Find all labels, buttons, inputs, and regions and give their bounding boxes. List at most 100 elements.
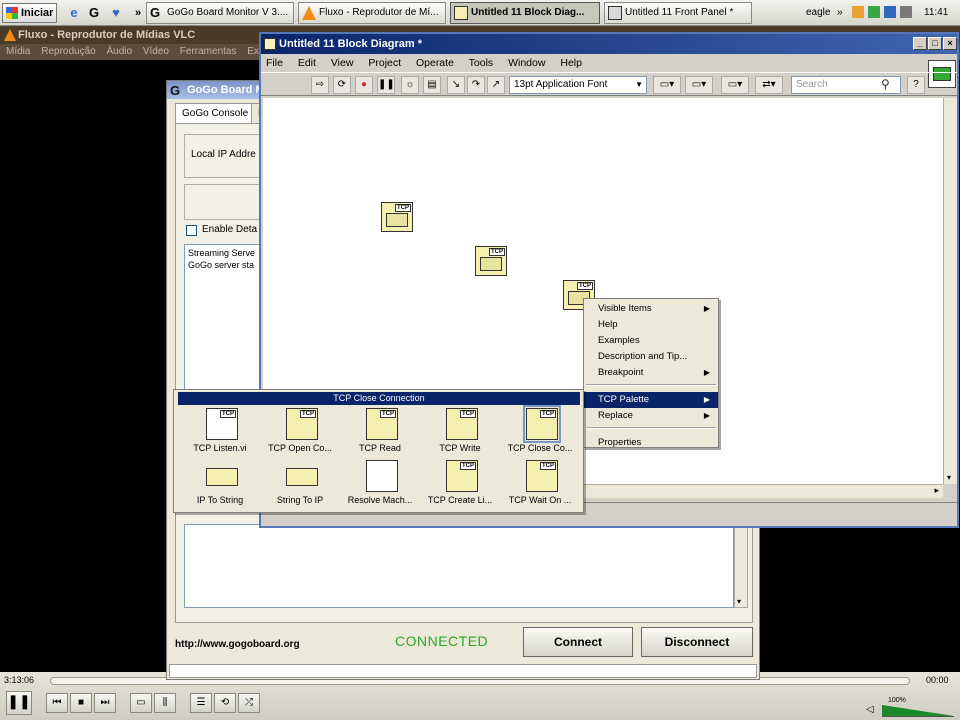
step-into-icon[interactable]: ↘ xyxy=(447,76,465,94)
tcp-node-1[interactable]: TCP xyxy=(381,202,413,232)
palette-item-tcp-wait-on-listener[interactable]: TCP TCP Wait On ... xyxy=(498,460,578,512)
vlc-menu-audio[interactable]: Áudio xyxy=(107,46,133,57)
vlc-menu-media[interactable]: Mídia xyxy=(6,46,30,57)
menu-view[interactable]: View xyxy=(331,57,354,69)
resolve-machine-alias-icon xyxy=(366,460,398,492)
context-item-tcp-palette[interactable]: TCP Palette ▶ xyxy=(584,392,718,408)
palette-item-tcp-listen[interactable]: TCP TCP Listen.vi xyxy=(178,408,258,460)
step-out-icon[interactable]: ↗ xyxy=(487,76,505,94)
tray-user[interactable]: eagle xyxy=(806,2,830,24)
close-icon[interactable]: × xyxy=(943,37,957,50)
messenger-icon[interactable]: ♥ xyxy=(108,5,124,21)
task-front-panel[interactable]: Untitled 11 Front Panel * xyxy=(604,2,752,24)
tray-warning-icon[interactable] xyxy=(852,6,864,18)
vlc-stop-button[interactable]: ■ xyxy=(70,693,92,713)
gogo-url-link[interactable]: http://www.gogoboard.org xyxy=(175,639,300,650)
palette-item-tcp-read[interactable]: TCP TCP Read xyxy=(338,408,418,460)
context-item-visible-items[interactable]: Visible Items ▶ xyxy=(584,301,718,317)
menu-tools[interactable]: Tools xyxy=(469,57,494,69)
vlc-mute-icon[interactable]: ◁ xyxy=(866,704,874,715)
tcp-tag: TCP xyxy=(540,410,556,418)
run-arrow-icon[interactable]: ⇨ xyxy=(311,76,329,94)
menu-file[interactable]: File xyxy=(266,57,283,69)
menu-help[interactable]: Help xyxy=(560,57,582,69)
vlc-volume-label: 100% xyxy=(888,697,906,704)
context-item-help[interactable]: Help xyxy=(584,317,718,333)
log-scrollbar[interactable]: ▾ xyxy=(734,524,748,608)
context-item-examples[interactable]: Examples xyxy=(584,333,718,349)
disconnect-button[interactable]: Disconnect xyxy=(641,627,753,657)
tray-speaker-icon[interactable] xyxy=(900,6,912,18)
task-vlc[interactable]: Fluxo - Reprodutor de Mí... xyxy=(298,2,446,24)
tray-shield-icon[interactable] xyxy=(884,6,896,18)
scroll-down-icon[interactable]: ▾ xyxy=(737,597,741,606)
quicklaunch-chevron-icon[interactable]: » xyxy=(130,5,146,21)
tcp-tag: TCP xyxy=(460,410,476,418)
context-item-replace[interactable]: Replace ▶ xyxy=(584,408,718,424)
run-continuously-icon[interactable]: ⟳ xyxy=(333,76,351,94)
font-dropdown[interactable]: 13pt Application Font ▼ xyxy=(509,76,647,94)
context-help-icon[interactable]: ? xyxy=(907,76,925,94)
tab-gogo-console[interactable]: GoGo Console xyxy=(175,103,256,123)
maximize-icon[interactable]: □ xyxy=(928,37,942,50)
menu-window[interactable]: Window xyxy=(508,57,545,69)
tray-network-icon[interactable] xyxy=(868,6,880,18)
context-item-description[interactable]: Description and Tip... xyxy=(584,349,718,365)
vlc-fullscreen-button[interactable]: ▭ xyxy=(130,693,152,713)
vlc-shuffle-button[interactable]: ⤮ xyxy=(238,693,260,713)
internet-explorer-icon[interactable]: e xyxy=(66,5,82,21)
palette-item-resolve-machine[interactable]: Resolve Mach... xyxy=(338,460,418,512)
scroll-right-icon[interactable]: ▸ xyxy=(934,485,939,496)
search-icon[interactable]: ⚲ xyxy=(881,77,890,91)
vlc-menu-tools[interactable]: Ferramentas xyxy=(180,46,237,57)
enable-checkbox[interactable] xyxy=(186,225,197,236)
palette-item-tcp-close[interactable]: TCP TCP Close Co... xyxy=(498,405,578,460)
pause-icon[interactable]: ❚❚ xyxy=(377,76,395,94)
menu-edit[interactable]: Edit xyxy=(298,57,316,69)
tray-chevron-icon[interactable]: » xyxy=(837,2,843,24)
menu-operate[interactable]: Operate xyxy=(416,57,454,69)
tcp-node-glyph xyxy=(386,213,408,227)
align-objects-icon[interactable]: ▭▾ xyxy=(653,76,681,94)
block-diagram-menu-bar: File Edit View Project Operate Tools Win… xyxy=(261,54,957,72)
distribute-objects-icon[interactable]: ▭▾ xyxy=(685,76,713,94)
palette-item-string-to-ip[interactable]: String To IP xyxy=(258,460,338,512)
resize-objects-icon[interactable]: ▭▾ xyxy=(721,76,749,94)
vlc-menu-extra[interactable]: Ex xyxy=(247,46,259,57)
scroll-down-icon[interactable]: ▾ xyxy=(947,473,951,482)
retain-wire-values-icon[interactable]: ▤ xyxy=(423,76,441,94)
vlc-volume-slider[interactable] xyxy=(882,705,954,717)
task-block-diagram[interactable]: Untitled 11 Block Diag... xyxy=(450,2,600,24)
palette-item-tcp-open[interactable]: TCP TCP Open Co... xyxy=(258,408,338,460)
local-ip-label: Local IP Addre xyxy=(191,149,256,160)
context-item-properties[interactable]: Properties xyxy=(584,435,718,451)
tcp-node-2[interactable]: TCP xyxy=(475,246,507,276)
vlc-equalizer-button[interactable]: ⫼ xyxy=(154,693,176,713)
start-button[interactable]: Iniciar xyxy=(2,3,57,23)
palette-item-label: TCP Wait On ... xyxy=(508,495,572,505)
vlc-pause-button[interactable]: ❚❚ xyxy=(6,691,32,715)
task-label: Untitled 11 Block Diag... xyxy=(471,7,585,18)
abort-icon[interactable]: ● xyxy=(355,76,373,94)
vlc-next-button[interactable]: ⏭ xyxy=(94,693,116,713)
context-item-breakpoint[interactable]: Breakpoint ▶ xyxy=(584,365,718,381)
menu-project[interactable]: Project xyxy=(368,57,401,69)
step-over-icon[interactable]: ↷ xyxy=(467,76,485,94)
vlc-menu-video[interactable]: Vídeo xyxy=(143,46,169,57)
palette-item-label: TCP Create Li... xyxy=(427,495,493,505)
connect-button[interactable]: Connect xyxy=(523,627,633,657)
vlc-playlist-button[interactable]: ☰ xyxy=(190,693,212,713)
vlc-loop-button[interactable]: ⟲ xyxy=(214,693,236,713)
log-textarea-bottom[interactable] xyxy=(184,524,734,608)
google-icon[interactable]: G xyxy=(86,5,102,21)
canvas-vertical-scrollbar[interactable]: ▾ xyxy=(943,98,957,484)
vlc-menu-playback[interactable]: Reprodução xyxy=(41,46,95,57)
palette-item-ip-to-string[interactable]: IP To String xyxy=(178,460,258,512)
palette-item-tcp-create-listener[interactable]: TCP TCP Create Li... xyxy=(418,460,498,512)
palette-item-tcp-write[interactable]: TCP TCP Write xyxy=(418,408,498,460)
highlight-execution-icon[interactable]: ☼ xyxy=(401,76,419,94)
task-gogo-monitor[interactable]: G GoGo Board Monitor V 3.... xyxy=(146,2,294,24)
reorder-icon[interactable]: ⇄▾ xyxy=(755,76,783,94)
minimize-icon[interactable]: _ xyxy=(913,37,927,50)
vlc-previous-button[interactable]: ⏮ xyxy=(46,693,68,713)
